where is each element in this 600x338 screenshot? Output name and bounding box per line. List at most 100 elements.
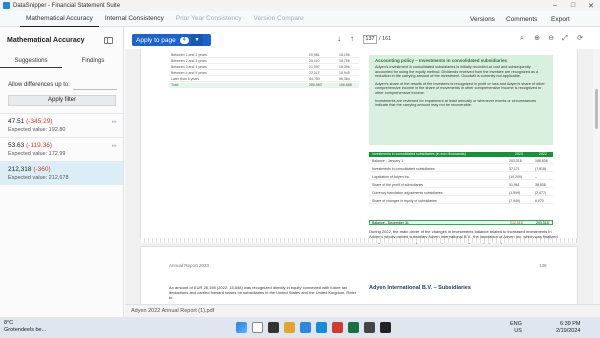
weather-desc: Grotendeels be... <box>4 327 47 333</box>
maximize-icon[interactable]: □ <box>564 0 582 11</box>
windows-taskbar: 8°C Grotendeels be... ENG US 6:39 PM 2/1… <box>0 317 600 338</box>
tab-findings[interactable]: Findings <box>62 56 124 68</box>
status-bar: Adyen 2022 Annual Report (1).pdf <box>125 304 600 317</box>
task-view-icon[interactable] <box>268 322 279 333</box>
highlighted-total-row[interactable]: Balance - December 31 212,318 203,318 <box>369 220 553 225</box>
apply-dropdown-chevron-icon[interactable]: ▼ <box>191 34 203 46</box>
tab-version-compare: Version Compare <box>253 15 304 22</box>
document-viewer[interactable]: Between 1 and 2 years 20,981 18,196 Betwee… <box>125 49 593 304</box>
file-explorer-icon[interactable] <box>284 322 295 333</box>
table-row: Between 2 and 3 years 20,110 18,756 <box>169 59 359 64</box>
excel-icon[interactable] <box>348 322 359 333</box>
sidebar-title: Mathematical Accuracy <box>7 37 85 44</box>
page-number-input[interactable]: 137 <box>363 35 377 44</box>
export-button[interactable]: Export <box>551 11 570 27</box>
apply-filter-button[interactable]: Apply filter <box>8 95 116 106</box>
document-toolbar: Apply to page 4 ▼ ↓ ↑ 137 / 161 ⌕ ⊕ ⊖ ⤢ … <box>125 27 600 49</box>
sidebar-tabs: Suggestions Findings <box>0 56 124 68</box>
suggestion-item[interactable]: 53.63 (-119.36) Expected value: 172.99 ▸… <box>0 137 123 161</box>
accounting-policy-box: Accounting policy – Investments in conso… <box>369 55 553 145</box>
arrow-up-icon[interactable]: ↑ <box>350 34 354 43</box>
app-icon[interactable] <box>380 322 391 333</box>
document-page: Between 1 and 2 years 20,981 18,196 Betwee… <box>141 49 577 244</box>
table-head-year: 2023 <box>515 152 523 156</box>
goto-icon[interactable]: ▸▸ <box>112 119 117 125</box>
suggestion-item-selected[interactable]: 212,318 (-360) Expected value: 212,678 <box>0 161 123 185</box>
search-icon[interactable]: ⌕ <box>517 34 527 44</box>
open-file-name: Adyen 2022 Annual Report (1).pdf <box>131 308 215 314</box>
table-row: Between 4 and 5 years 22,117 18,945 <box>169 71 359 76</box>
apply-count-badge: 4 <box>179 36 189 44</box>
comments-button[interactable]: Comments <box>506 11 537 27</box>
allow-differences-input[interactable] <box>73 80 117 90</box>
table-row-total: Total 280,983 196,688 <box>169 83 359 88</box>
clock[interactable]: 6:39 PM 2/19/2024 <box>556 321 580 334</box>
policy-title: Accounting policy – Investments in conso… <box>375 58 508 63</box>
suggestion-value: 212,318 (-360) <box>8 166 51 173</box>
app-title: DataSnipper - Financial Statement Suite <box>13 2 121 9</box>
table-row: Share of changes in equity of subsidiari… <box>369 199 553 204</box>
allow-differences-label: Allow differences up to: <box>8 82 70 88</box>
weather-temp: 8°C <box>4 320 14 326</box>
expected-value: Expected value: 192.80 <box>8 127 66 133</box>
investments-table-header: Investments in consolidated subsidiaries… <box>369 152 553 157</box>
expected-value: Expected value: 172.99 <box>8 151 66 157</box>
document-page: Annual Report 2023 138 An amount of EUR … <box>141 247 577 304</box>
region-code: US <box>514 327 522 334</box>
app-logo-icon <box>3 2 10 9</box>
language-code: ENG <box>510 321 522 327</box>
table-head-year: 2022 <box>539 152 547 156</box>
table-head-label: Investments in consolidated subsidiaries… <box>372 152 466 156</box>
highlight-label: Balance - December 31 <box>372 221 409 225</box>
page-tear-divider <box>141 238 577 243</box>
edge-icon[interactable] <box>300 322 311 333</box>
table-row: Share of the profit of subsidiaries 51,96… <box>369 183 553 188</box>
policy-paragraph: Adyen’s investment in consolidated subsi… <box>375 65 539 79</box>
datasnipper-icon[interactable] <box>316 322 327 333</box>
main-menu-bar: Mathematical Accuracy Internal Consisten… <box>0 11 600 27</box>
suggestion-item[interactable]: 47.51 (-345.29) Expected value: 192.80 ▸… <box>0 113 123 137</box>
scrollbar-thumb[interactable] <box>595 89 598 129</box>
versions-button[interactable]: Versions <box>470 11 495 27</box>
apply-to-page-label: Apply to page <box>136 36 176 44</box>
page-number: 138 <box>539 263 547 268</box>
table-row: Later than 5 years 44,780 96,364 <box>169 77 359 82</box>
section-title: Adyen International B.V. – Subsidiaries <box>369 285 471 291</box>
fit-page-icon[interactable]: ⤢ <box>560 34 570 44</box>
table-row: Between 3 and 4 years 21,097 18,396 <box>169 65 359 70</box>
clock-time: 6:39 PM <box>559 321 581 327</box>
minimize-icon[interactable]: – <box>546 0 564 11</box>
arrow-down-icon[interactable]: ↓ <box>337 34 341 43</box>
document-scrollbar[interactable] <box>593 49 600 304</box>
pdf-reader-icon[interactable] <box>332 322 343 333</box>
table-row: Liquidation of Adyen Inc. (10,209) – <box>369 175 553 180</box>
clock-date: 2/19/2024 <box>556 327 581 334</box>
body-paragraph: An amount of EUR 28,198 (2022: 15,548) w… <box>169 285 357 300</box>
table-row: Balance - January 1 203,318 188,836 <box>369 159 553 164</box>
policy-paragraph: Adyen’s share of the results of the inve… <box>375 81 545 95</box>
sidebar: Mathematical Accuracy Suggestions Findin… <box>0 27 124 317</box>
page-total: / 161 <box>379 36 392 42</box>
search-taskbar-icon[interactable] <box>252 322 263 333</box>
table-row: Between 1 and 2 years 20,981 18,196 <box>169 53 359 58</box>
terminal-icon[interactable] <box>364 322 375 333</box>
tab-internal-consistency[interactable]: Internal Consistency <box>99 11 170 27</box>
close-icon[interactable]: ✕ <box>582 0 600 11</box>
tab-mathematical-accuracy[interactable]: Mathematical Accuracy <box>20 11 99 27</box>
suggestion-value: 47.51 (-345.29) <box>8 118 53 125</box>
table-row: Currency translation adjustments subsidi… <box>369 191 553 196</box>
tab-prior-year-consistency: Prior Year Consistency <box>175 15 242 22</box>
expected-value: Expected value: 212,678 <box>8 175 69 181</box>
language-indicator[interactable]: ENG US <box>510 321 522 334</box>
tab-suggestions[interactable]: Suggestions <box>0 56 62 68</box>
policy-paragraph: Investments are reviewed for impairment … <box>375 98 537 108</box>
zoom-out-icon[interactable]: ⊖ <box>546 34 556 44</box>
collapse-sidebar-icon[interactable] <box>104 37 113 44</box>
weather-widget[interactable]: 8°C Grotendeels be... <box>4 320 46 334</box>
suggestion-value: 53.63 (-119.36) <box>8 142 52 149</box>
goto-icon[interactable]: ▸▸ <box>112 143 117 149</box>
zoom-in-icon[interactable]: ⊕ <box>532 34 542 44</box>
rotate-icon[interactable]: ⟳ <box>575 34 585 44</box>
table-row: Investments in consolidated subsidiaries… <box>369 167 553 172</box>
windows-start-icon[interactable] <box>236 322 247 333</box>
